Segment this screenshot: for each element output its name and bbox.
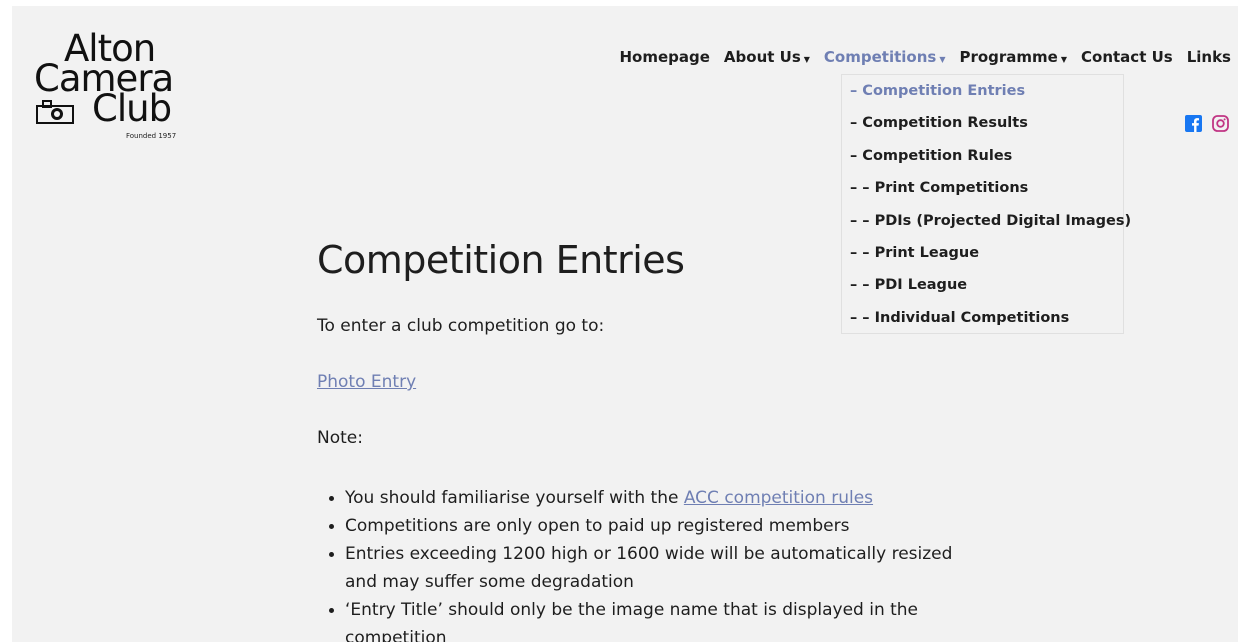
nav-competitions[interactable]: Competitions ▼ [817,48,953,66]
dropdown-item-competition-results[interactable]: – Competition Results [842,113,1123,145]
caret-down-icon: ▼ [939,54,946,64]
page-title: Competition Entries [317,238,685,282]
acc-competition-rules-link[interactable]: ACC competition rules [684,488,873,508]
list-item: Entries exceeding 1200 high or 1600 wide… [317,540,977,596]
page: Alton Camera Club Founded 1957 Homepage … [12,6,1238,642]
social-links [1185,115,1229,132]
dropdown-item-pdis[interactable]: – – PDIs (Projected Digital Images) [842,211,1131,243]
dropdown-item-print-league[interactable]: – – Print League [842,243,1123,275]
photo-entry-link[interactable]: Photo Entry [317,372,416,392]
note-label: Note: [317,428,363,448]
nav-competitions-label: Competitions [823,48,937,66]
instagram-icon[interactable] [1212,115,1229,132]
camera-icon [36,100,74,124]
main-nav: Homepage About Us ▼ Competitions ▼ Program… [612,48,1238,66]
intro-text: To enter a club competition go to: [317,316,605,336]
nav-links-label: Links [1186,48,1231,66]
nav-contact-us-label: Contact Us [1081,48,1173,66]
nav-about-us-label: About Us [723,48,801,66]
nav-programme[interactable]: Programme ▼ [952,48,1074,66]
nav-links[interactable]: Links [1180,48,1238,66]
nav-programme-label: Programme [959,48,1058,66]
nav-contact-us[interactable]: Contact Us [1074,48,1180,66]
caret-down-icon: ▼ [1060,54,1068,64]
nav-homepage[interactable]: Homepage [612,48,716,66]
dropdown-item-competition-entries[interactable]: – Competition Entries [842,81,1123,113]
list-item: You should familiarise yourself with the… [317,484,977,512]
dropdown-item-print-competitions[interactable]: – – Print Competitions [842,178,1123,210]
list-item: Competitions are only open to paid up re… [317,512,977,540]
site-logo[interactable]: Alton Camera Club Founded 1957 [34,30,194,142]
dropdown-item-pdi-league[interactable]: – – PDI League [842,275,1123,307]
facebook-icon[interactable] [1185,115,1202,132]
notes-list: You should familiarise yourself with the… [317,484,977,642]
nav-homepage-label: Homepage [619,48,710,66]
logo-founded-text: Founded 1957 [126,132,177,140]
dropdown-item-individual-competitions[interactable]: – – Individual Competitions [842,308,1123,340]
nav-about-us[interactable]: About Us ▼ [717,48,817,66]
list-item: ‘Entry Title’ should only be the image n… [317,596,977,642]
caret-down-icon: ▼ [803,54,810,64]
dropdown-item-competition-rules[interactable]: – Competition Rules [842,146,1123,178]
bullet-text: You should familiarise yourself with the [345,488,684,508]
photo-entry-paragraph: Photo Entry [317,372,416,392]
competitions-dropdown: – Competition Entries – Competition Resu… [841,74,1131,334]
logo-text-club: Club [92,87,172,130]
